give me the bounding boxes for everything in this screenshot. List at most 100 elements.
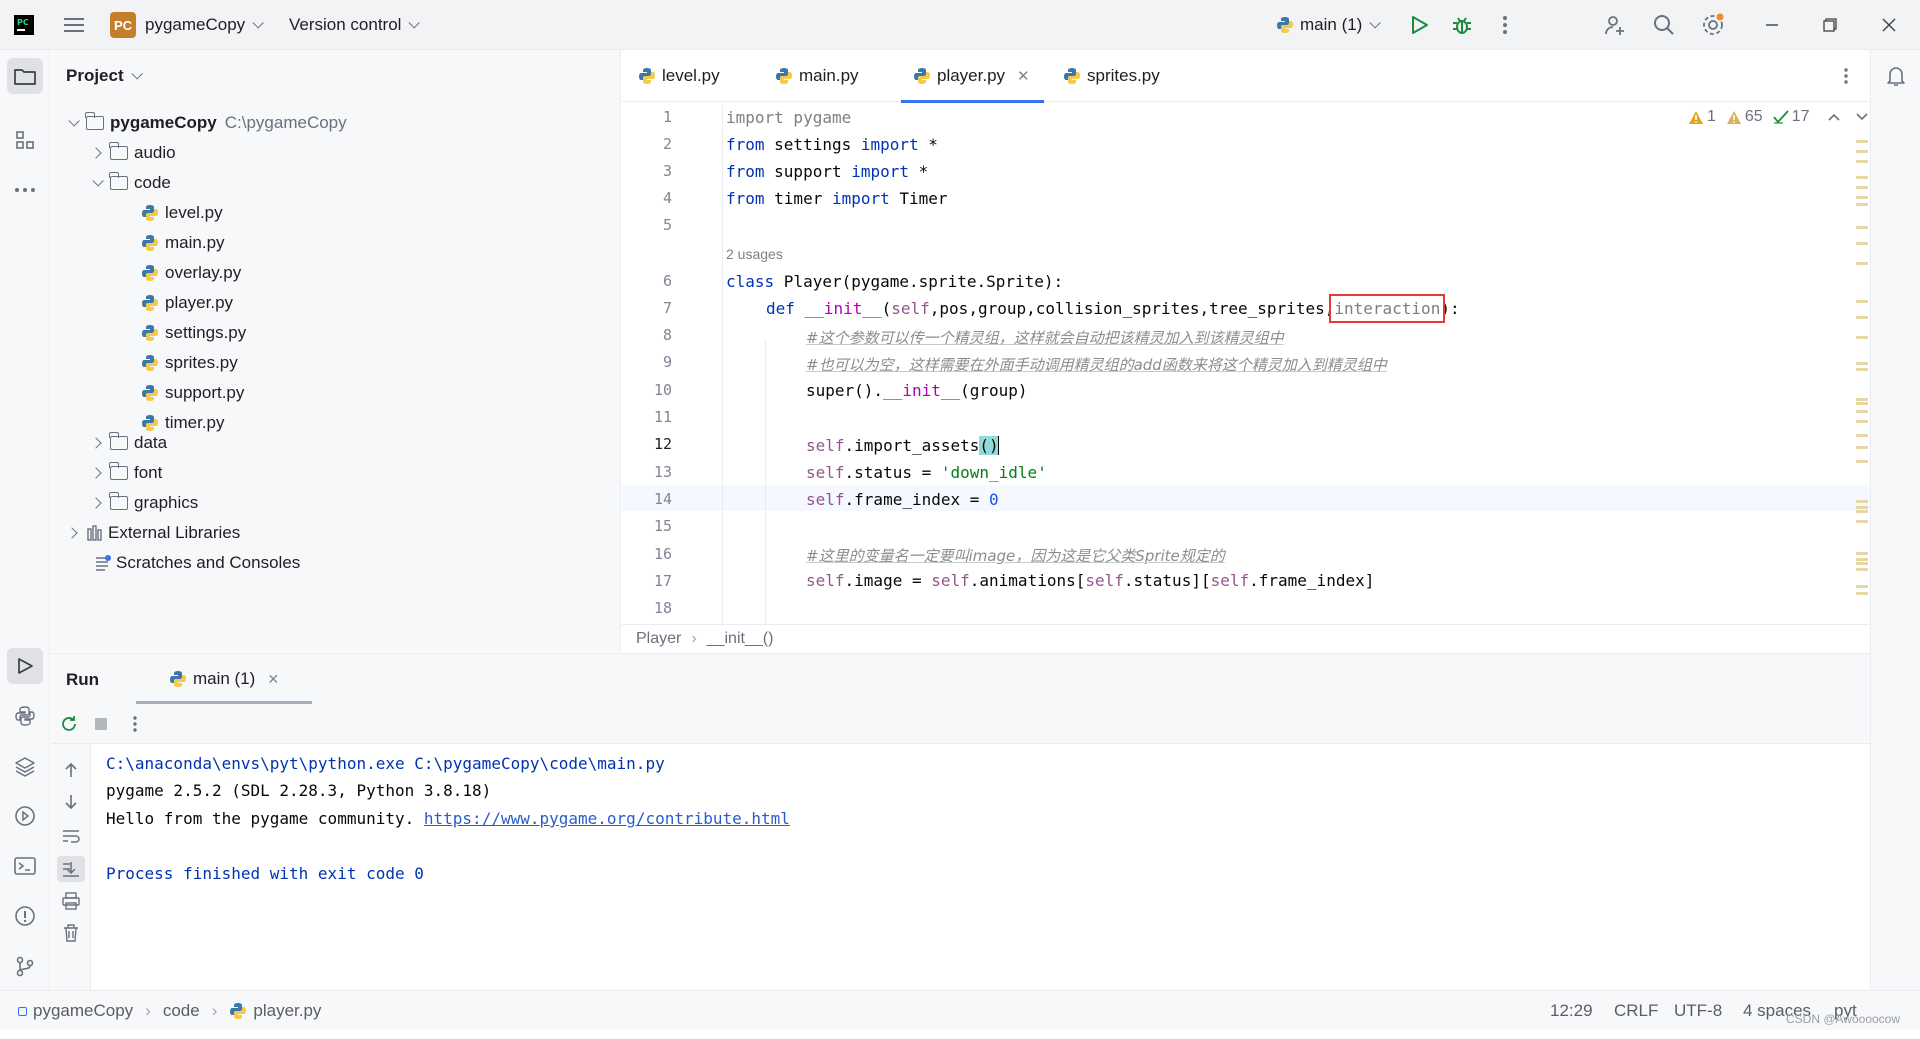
- line-number[interactable]: 10: [622, 381, 672, 399]
- line-number[interactable]: 5: [622, 216, 672, 234]
- scroll-marker[interactable]: [1856, 160, 1868, 163]
- scroll-marker[interactable]: [1856, 585, 1868, 588]
- tree-file[interactable]: overlay.py: [141, 258, 241, 288]
- usages-hint[interactable]: 2 usages: [726, 246, 783, 262]
- scroll-marker[interactable]: [1856, 398, 1868, 401]
- tree-file[interactable]: timer.py: [141, 408, 225, 438]
- scroll-marker[interactable]: [1856, 552, 1868, 555]
- notifications-icon[interactable]: [1878, 58, 1914, 94]
- scroll-to-end-icon[interactable]: [57, 856, 85, 882]
- more-horizontal-icon[interactable]: [7, 172, 43, 208]
- search-icon[interactable]: [1652, 13, 1676, 37]
- line-separator[interactable]: CRLF: [1614, 991, 1658, 1031]
- tab-level-py[interactable]: level.py: [638, 50, 720, 102]
- scroll-marker[interactable]: [1856, 434, 1868, 437]
- line-number[interactable]: 13: [622, 463, 672, 481]
- tree-external-libraries[interactable]: External Libraries: [66, 518, 240, 548]
- tree-scratches[interactable]: Scratches and Consoles: [94, 548, 300, 578]
- code-line-9[interactable]: #也可以为空，这样需要在外面手动调用精灵组的add函数来将这个精灵加入到精灵组中: [806, 354, 1387, 375]
- terminal-icon[interactable]: [7, 848, 43, 884]
- breadcrumb-item[interactable]: Player: [636, 630, 681, 648]
- version-control-menu[interactable]: Version control: [289, 0, 421, 50]
- scroll-marker[interactable]: [1856, 460, 1868, 463]
- line-number[interactable]: 18: [622, 599, 672, 617]
- scroll-marker[interactable]: [1856, 592, 1868, 595]
- code-line-14[interactable]: self.frame_index = 0: [806, 490, 999, 509]
- line-number[interactable]: 14: [622, 490, 672, 508]
- code-line-8[interactable]: #这个参数可以传一个精灵组，这样就会自动把该精灵加入到该精灵组中: [806, 327, 1284, 348]
- scroll-marker[interactable]: [1856, 242, 1868, 245]
- line-number[interactable]: 16: [622, 545, 672, 563]
- code-line-6[interactable]: class Player(pygame.sprite.Sprite):: [726, 272, 1063, 291]
- scroll-marker[interactable]: [1856, 203, 1868, 206]
- scroll-marker[interactable]: [1856, 150, 1868, 153]
- line-number[interactable]: 7: [622, 299, 672, 317]
- scroll-marker[interactable]: [1856, 176, 1868, 179]
- debug-icon[interactable]: [1450, 13, 1474, 37]
- restore-icon[interactable]: [1818, 13, 1842, 37]
- tree-folder-font[interactable]: font: [90, 458, 162, 488]
- settings-icon[interactable]: [1701, 13, 1725, 37]
- chevron-down-icon[interactable]: [1855, 113, 1868, 121]
- folder-icon[interactable]: [7, 58, 43, 94]
- line-number[interactable]: 15: [622, 517, 672, 535]
- layers-icon[interactable]: [7, 748, 43, 784]
- code-line-16[interactable]: #这里的变量名一定要叫image，因为这是它父类Sprite规定的: [806, 545, 1225, 566]
- line-number[interactable]: 4: [622, 189, 672, 207]
- project-switcher[interactable]: PC pygameCopy: [110, 0, 264, 50]
- scroll-marker[interactable]: [1856, 186, 1868, 189]
- status-breadcrumb-item[interactable]: player.py: [253, 1001, 321, 1021]
- tree-root[interactable]: pygameCopy C:\pygameCopy: [68, 108, 347, 138]
- tree-file[interactable]: level.py: [141, 198, 223, 228]
- run-tool-icon[interactable]: [7, 648, 43, 684]
- code-line-13[interactable]: self.status = 'down_idle': [806, 463, 1047, 482]
- scroll-marker[interactable]: [1856, 336, 1868, 339]
- line-number[interactable]: 17: [622, 572, 672, 590]
- inspection-widget[interactable]: 1 65 17: [1688, 108, 1868, 126]
- print-icon[interactable]: [59, 889, 83, 913]
- tree-folder-code[interactable]: code: [92, 168, 171, 198]
- run-config-selector[interactable]: main (1): [1276, 0, 1382, 50]
- scroll-marker[interactable]: [1856, 402, 1868, 405]
- scroll-marker[interactable]: [1856, 568, 1868, 571]
- line-number[interactable]: 8: [622, 326, 672, 344]
- close-icon[interactable]: ✕: [1017, 67, 1030, 85]
- status-breadcrumb-item[interactable]: code: [163, 1001, 200, 1021]
- more-vertical-icon[interactable]: [1493, 13, 1517, 37]
- scroll-marker[interactable]: [1856, 368, 1868, 371]
- chevron-up-icon[interactable]: [1827, 113, 1840, 121]
- line-number[interactable]: 12: [622, 435, 672, 453]
- scroll-marker[interactable]: [1856, 300, 1868, 303]
- stop-icon[interactable]: [89, 712, 113, 736]
- code-line-17[interactable]: self.image = self.animations[self.status…: [806, 571, 1374, 590]
- scroll-marker[interactable]: [1856, 262, 1868, 265]
- line-number[interactable]: 9: [622, 353, 672, 371]
- run-tab[interactable]: main (1) ✕: [136, 654, 312, 704]
- tab-player-py[interactable]: player.py ✕: [901, 50, 1044, 103]
- scroll-marker[interactable]: [1856, 420, 1868, 423]
- minimize-icon[interactable]: [1760, 13, 1784, 37]
- scroll-marker[interactable]: [1856, 316, 1868, 319]
- scroll-marker[interactable]: [1856, 558, 1868, 561]
- tree-file[interactable]: settings.py: [141, 318, 246, 348]
- line-number[interactable]: 11: [622, 408, 672, 426]
- file-encoding[interactable]: UTF-8: [1674, 991, 1722, 1031]
- line-number[interactable]: 2: [622, 135, 672, 153]
- console-link[interactable]: https://www.pygame.org/contribute.html: [424, 809, 790, 828]
- tree-folder-audio[interactable]: audio: [90, 138, 176, 168]
- scroll-marker[interactable]: [1856, 510, 1868, 513]
- tree-file[interactable]: sprites.py: [141, 348, 238, 378]
- trash-icon[interactable]: [59, 921, 83, 945]
- structure-icon[interactable]: [7, 122, 43, 158]
- more-vertical-icon[interactable]: [1834, 64, 1858, 88]
- tab-main-py[interactable]: main.py: [775, 50, 859, 102]
- python-console-icon[interactable]: [7, 698, 43, 734]
- add-user-icon[interactable]: [1603, 13, 1627, 37]
- tree-folder-graphics[interactable]: graphics: [90, 488, 198, 518]
- line-number[interactable]: 3: [622, 162, 672, 180]
- code-line-1[interactable]: import pygame: [726, 108, 851, 127]
- services-icon[interactable]: [7, 798, 43, 834]
- close-icon[interactable]: [1877, 13, 1901, 37]
- problems-icon[interactable]: [7, 898, 43, 934]
- run-icon[interactable]: [1408, 13, 1432, 37]
